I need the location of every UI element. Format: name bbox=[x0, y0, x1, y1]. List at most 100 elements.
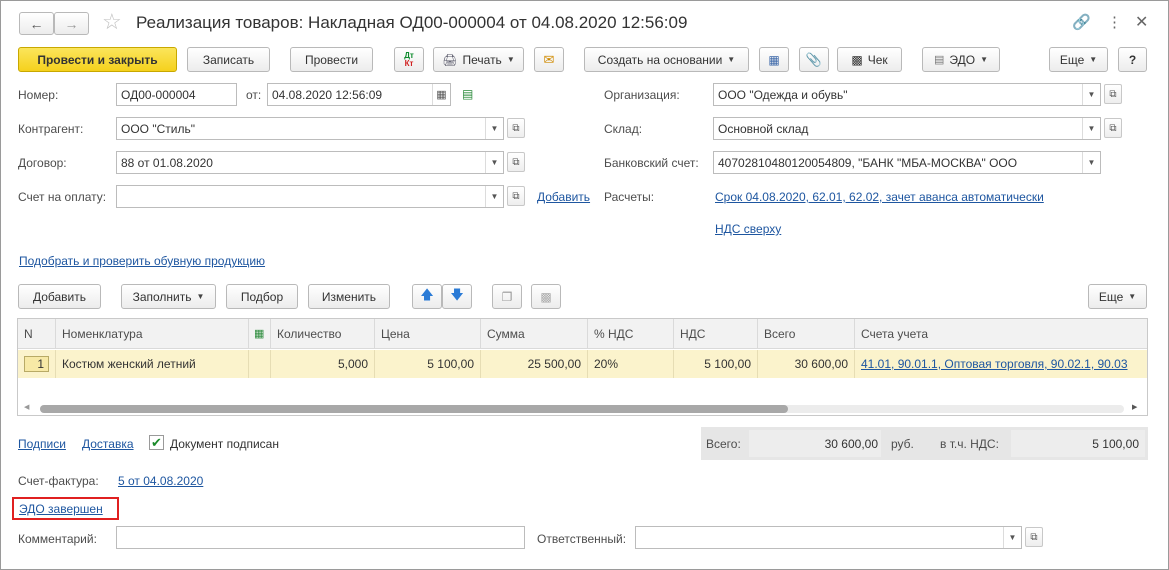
link-icon[interactable]: 🔗 bbox=[1072, 13, 1091, 31]
invoice-label: Счет-фактура: bbox=[18, 474, 99, 488]
post-and-close-button[interactable]: Провести и закрыть bbox=[18, 47, 177, 72]
open-responsible-button[interactable]: ⧉ bbox=[1025, 527, 1043, 547]
excel-icon[interactable]: ▦ bbox=[249, 319, 271, 349]
help-button[interactable]: ? bbox=[1118, 47, 1147, 72]
document-signed-checkbox[interactable]: ✔ bbox=[149, 435, 164, 450]
contract-field[interactable]: 88 от 01.08.2020 ▼ bbox=[116, 151, 504, 174]
paperclip-icon: 📎 bbox=[805, 51, 823, 67]
arrow-left-icon: ← bbox=[29, 15, 44, 32]
document-signed-label: Документ подписан bbox=[170, 437, 279, 451]
column-header[interactable]: Цена bbox=[375, 319, 481, 349]
mark-cell[interactable] bbox=[249, 350, 271, 378]
add-invoice-link[interactable]: Добавить bbox=[537, 190, 590, 204]
price-cell[interactable]: 5 100,00 bbox=[375, 350, 481, 378]
save-label: Записать bbox=[202, 52, 255, 67]
column-header[interactable]: Всего bbox=[758, 319, 855, 349]
total-cell[interactable]: 30 600,00 bbox=[758, 350, 855, 378]
chevron-down-icon: ▼ bbox=[196, 292, 205, 301]
attach-button[interactable]: 📎 bbox=[799, 47, 829, 72]
vat-rate-cell[interactable]: 20% bbox=[588, 350, 674, 378]
move-up-button[interactable]: 🡅 bbox=[412, 284, 442, 309]
item-cell[interactable]: Костюм женский летний bbox=[56, 350, 249, 378]
signatures-link[interactable]: Подписи bbox=[18, 437, 66, 451]
close-icon[interactable]: ✕ bbox=[1135, 12, 1148, 32]
qty-cell[interactable]: 5,000 bbox=[271, 350, 375, 378]
accounts-cell[interactable]: 41.01, 90.01.1, Оптовая торговля, 90.02.… bbox=[855, 350, 1147, 378]
structure-button[interactable]: ▦ bbox=[759, 47, 789, 72]
responsible-field[interactable]: ▼ bbox=[635, 526, 1022, 549]
horizontal-scrollbar[interactable] bbox=[40, 405, 1124, 413]
fill-button[interactable]: Заполнить ▼ bbox=[121, 284, 216, 309]
contractor-field[interactable]: ООО "Стиль" ▼ bbox=[116, 117, 504, 140]
move-down-button[interactable]: 🡇 bbox=[442, 284, 472, 309]
column-header[interactable]: Номенклатура bbox=[56, 319, 249, 349]
column-header[interactable]: НДС bbox=[674, 319, 758, 349]
open-invoice-payment-button[interactable]: ⧉ bbox=[507, 186, 525, 206]
scroll-right-icon[interactable]: ▶ bbox=[1132, 403, 1137, 411]
open-organization-button[interactable]: ⧉ bbox=[1104, 84, 1122, 104]
edo-button[interactable]: ▤ ЭДО ▼ bbox=[922, 47, 1000, 72]
document-status-icon[interactable]: ▤ bbox=[462, 87, 473, 101]
column-header[interactable]: N bbox=[18, 319, 56, 349]
settlements-link[interactable]: Срок 04.08.2020, 62.01, 62.02, зачет ава… bbox=[715, 190, 1044, 204]
forward-button[interactable]: → bbox=[54, 12, 89, 35]
star-icon[interactable]: ☆ bbox=[102, 9, 122, 35]
open-contractor-button[interactable]: ⧉ bbox=[507, 118, 525, 138]
invoice-payment-field[interactable]: ▼ bbox=[116, 185, 504, 208]
date-field[interactable]: 04.08.2020 12:56:09 ▦ bbox=[267, 83, 451, 106]
column-header[interactable]: Сумма bbox=[481, 319, 588, 349]
dt-kt-icon-bottom: Кт bbox=[404, 58, 414, 68]
create-based-on-button[interactable]: Создать на основании ▼ bbox=[584, 47, 749, 72]
paste-rows-button[interactable]: ▩ bbox=[531, 284, 561, 309]
column-header[interactable]: % НДС bbox=[588, 319, 674, 349]
column-header[interactable]: Количество bbox=[271, 319, 375, 349]
chevron-down-icon[interactable]: ▼ bbox=[485, 186, 503, 207]
invoice-link[interactable]: 5 от 04.08.2020 bbox=[118, 474, 203, 488]
chevron-down-icon[interactable]: ▼ bbox=[485, 118, 503, 139]
scroll-left-icon[interactable]: ◀ bbox=[24, 403, 29, 411]
print-button[interactable]: 🖨 Печать ▼ bbox=[433, 47, 524, 72]
chevron-down-icon[interactable]: ▼ bbox=[1082, 84, 1100, 105]
number-value: ОД00-000004 bbox=[121, 88, 196, 102]
change-button[interactable]: Изменить bbox=[308, 284, 390, 309]
open-contract-button[interactable]: ⧉ bbox=[507, 152, 525, 172]
accounts-link[interactable]: 41.01, 90.01.1, Оптовая торговля, 90.02.… bbox=[861, 357, 1128, 371]
post-button[interactable]: Провести bbox=[290, 47, 373, 72]
vat-cell[interactable]: 5 100,00 bbox=[674, 350, 758, 378]
row-number-cell[interactable]: 1 bbox=[18, 350, 56, 378]
chevron-down-icon[interactable]: ▼ bbox=[1082, 152, 1100, 173]
copy-rows-button[interactable]: ❐ bbox=[492, 284, 522, 309]
dt-kt-button[interactable]: Дт Кт bbox=[394, 47, 424, 72]
chevron-down-icon[interactable]: ▼ bbox=[1082, 118, 1100, 139]
pick-button[interactable]: Подбор bbox=[226, 284, 298, 309]
chevron-down-icon[interactable]: ▼ bbox=[485, 152, 503, 173]
more-button[interactable]: Еще ▼ bbox=[1049, 47, 1108, 72]
delivery-link[interactable]: Доставка bbox=[82, 437, 134, 451]
comment-field[interactable] bbox=[116, 526, 525, 549]
chevron-down-icon[interactable]: ▼ bbox=[1003, 527, 1021, 548]
shoes-check-link[interactable]: Подобрать и проверить обувную продукцию bbox=[19, 254, 265, 268]
more-vert-icon[interactable]: ⋮ bbox=[1107, 13, 1122, 31]
column-header[interactable]: Счета учета bbox=[855, 319, 1147, 349]
warehouse-field[interactable]: Основной склад ▼ bbox=[713, 117, 1101, 140]
vat-mode-link[interactable]: НДС сверху bbox=[715, 222, 781, 236]
number-field[interactable]: ОД00-000004 bbox=[116, 83, 237, 106]
more-label: Еще bbox=[1059, 52, 1085, 67]
bank-account-value: 40702810480120054809, "БАНК "МБА-МОСКВА"… bbox=[718, 156, 1018, 170]
contract-value: 88 от 01.08.2020 bbox=[121, 156, 213, 170]
check-button[interactable]: ▩ Чек bbox=[837, 47, 902, 72]
settlements-label: Расчеты: bbox=[604, 190, 655, 204]
back-button[interactable]: ← bbox=[19, 12, 54, 35]
sum-cell[interactable]: 25 500,00 bbox=[481, 350, 588, 378]
table-add-button[interactable]: Добавить bbox=[18, 284, 101, 309]
table-more-button[interactable]: Еще ▼ bbox=[1088, 284, 1147, 309]
scrollbar-thumb[interactable] bbox=[40, 405, 788, 413]
organization-field[interactable]: ООО "Одежда и обувь" ▼ bbox=[713, 83, 1101, 106]
chevron-down-icon: ▼ bbox=[980, 55, 988, 64]
email-button[interactable]: ✉ bbox=[534, 47, 564, 72]
calendar-icon[interactable]: ▦ bbox=[432, 84, 450, 105]
save-button[interactable]: Записать bbox=[187, 47, 270, 72]
edo-status-link[interactable]: ЭДО завершен bbox=[19, 502, 103, 516]
bank-account-field[interactable]: 40702810480120054809, "БАНК "МБА-МОСКВА"… bbox=[713, 151, 1101, 174]
open-warehouse-button[interactable]: ⧉ bbox=[1104, 118, 1122, 138]
